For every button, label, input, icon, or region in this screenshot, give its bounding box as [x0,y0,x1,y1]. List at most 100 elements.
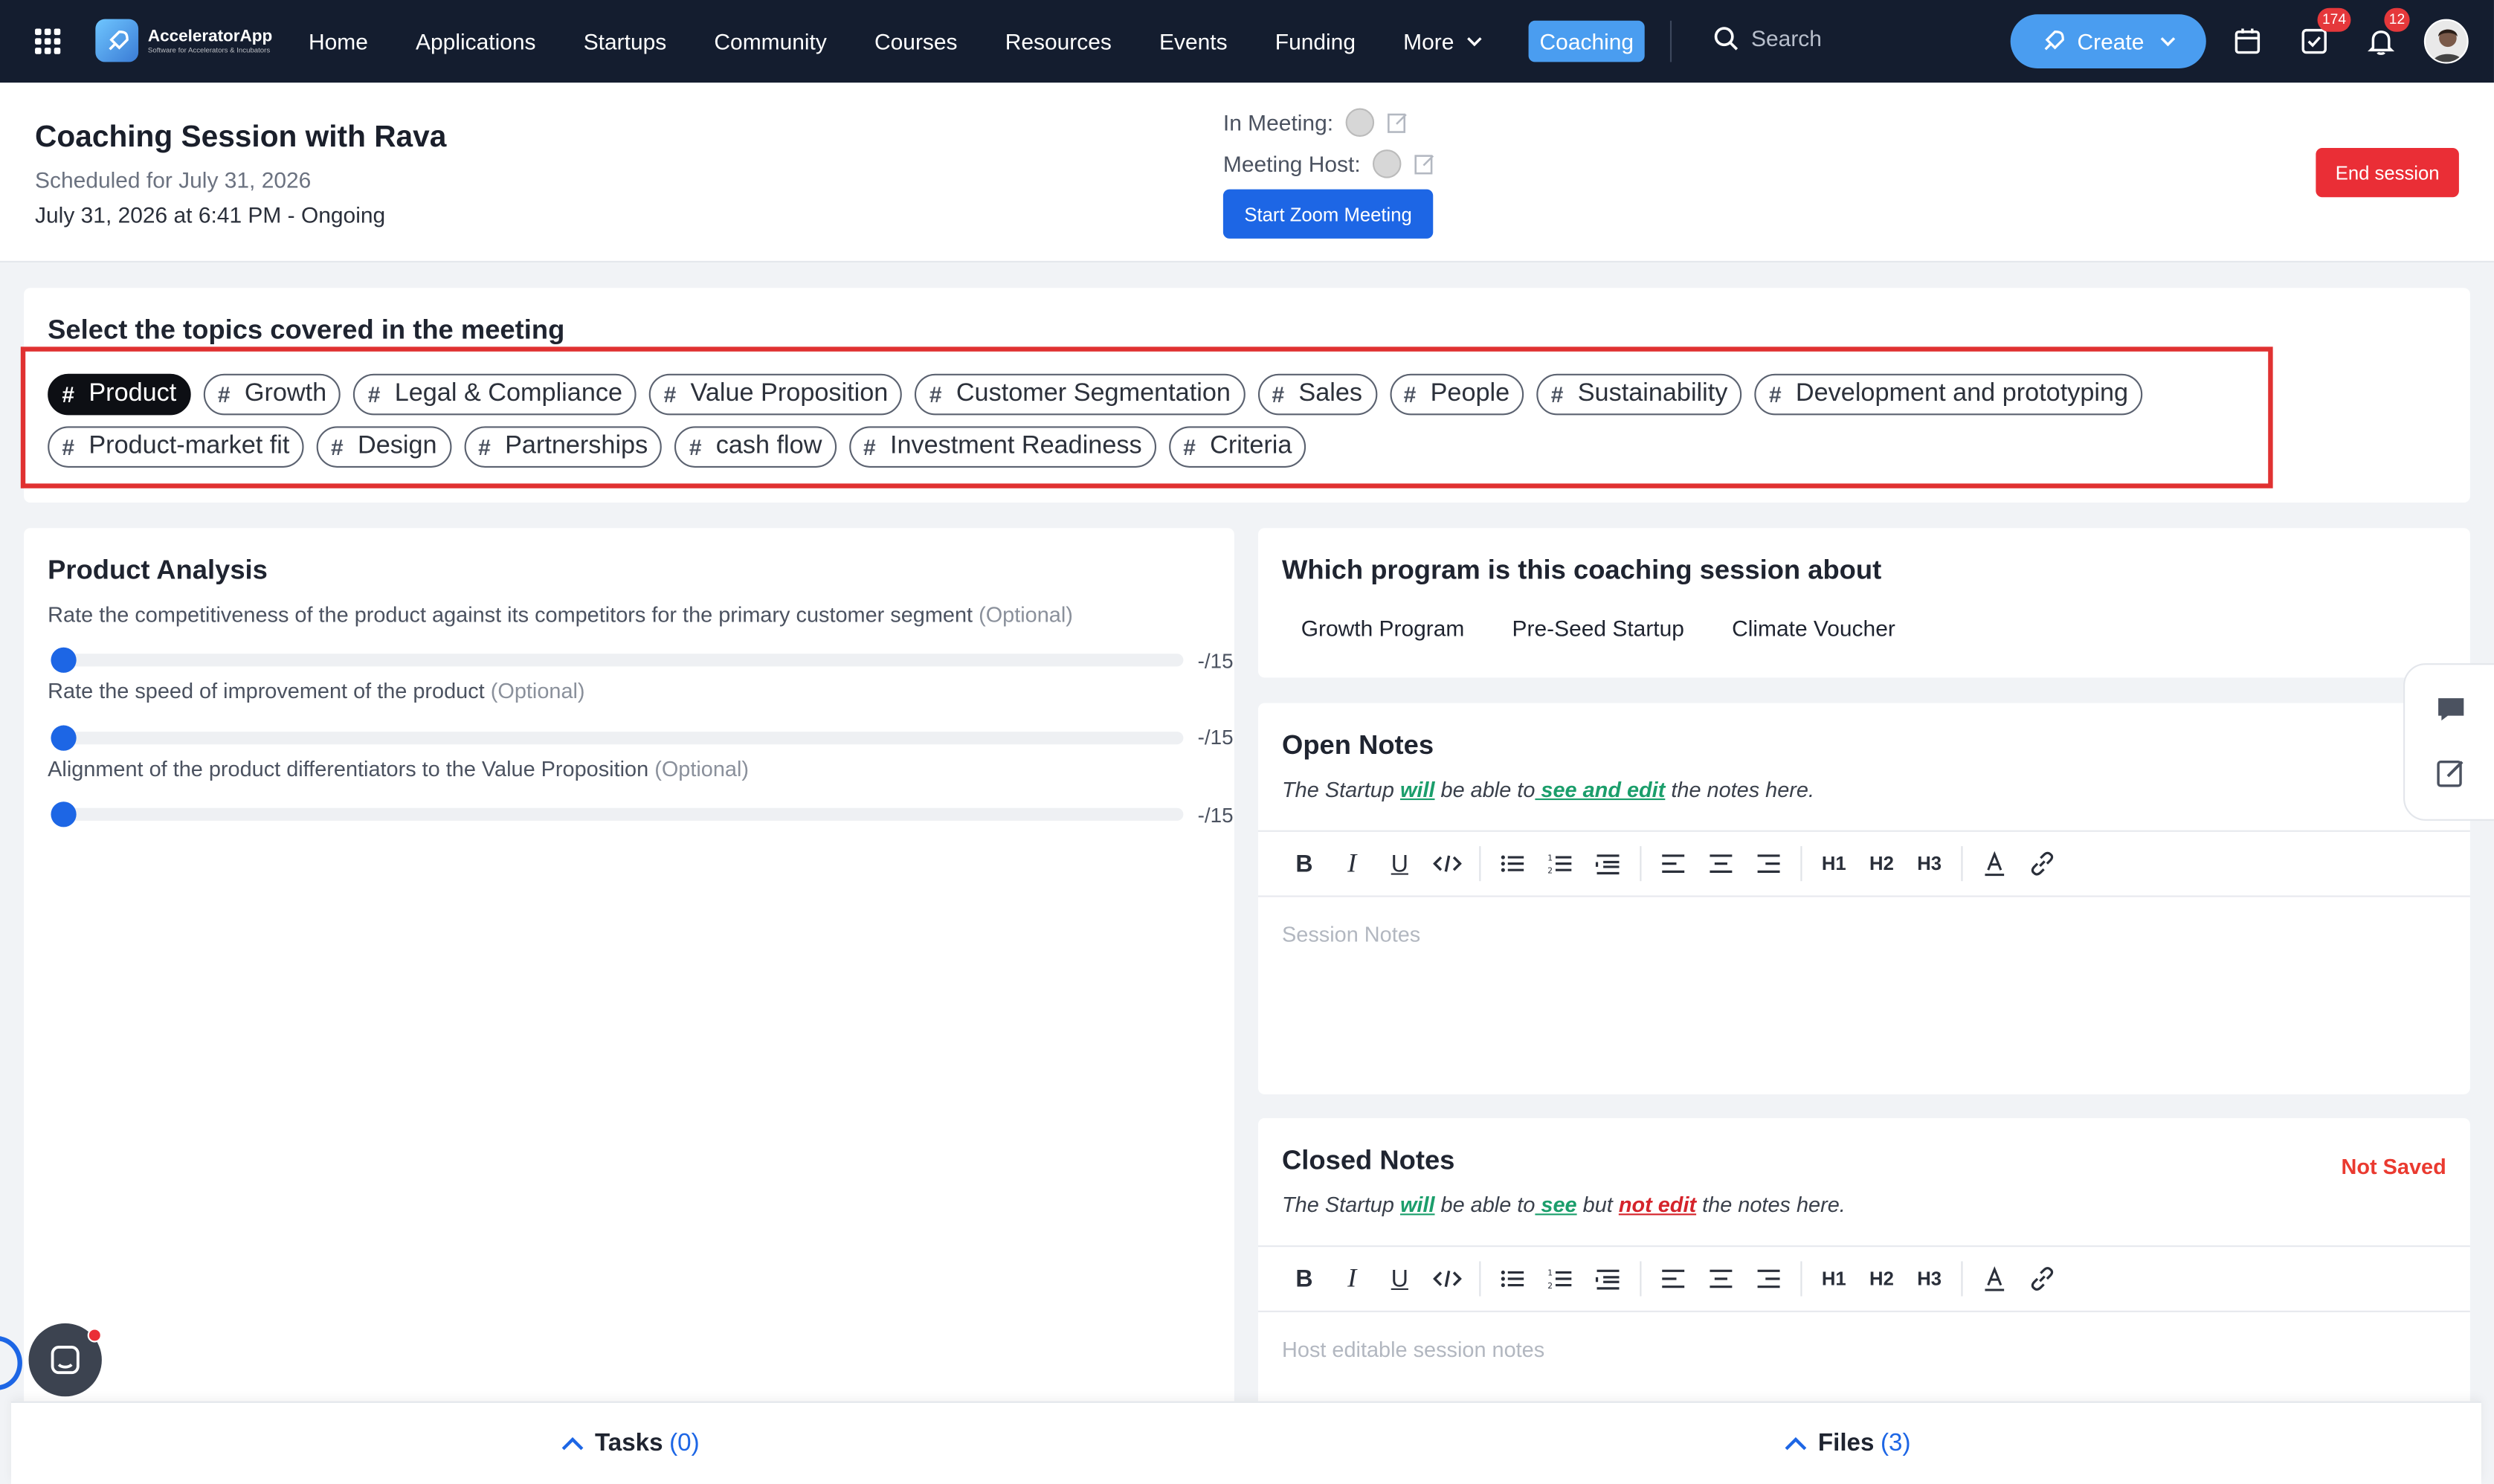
nav-applications[interactable]: Applications [416,29,535,54]
topic-chip-value-proposition[interactable]: # Value Proposition [649,373,903,416]
heading-3-button[interactable]: H3 [1906,1255,1953,1303]
tasks-drawer-toggle[interactable]: Tasks (0) [560,1430,700,1459]
edit-icon[interactable] [2435,757,2467,789]
numbered-list-icon[interactable]: 12 [1536,840,1584,888]
program-option[interactable]: Growth Program [1301,616,1465,641]
slider-handle[interactable] [51,725,77,751]
blockquote-icon[interactable] [1584,1255,1631,1303]
program-option[interactable]: Pre-Seed Startup [1512,616,1684,641]
slider-handle[interactable] [51,801,77,828]
nav-courses[interactable]: Courses [874,29,958,54]
program-options: Growth Program Pre-Seed Startup Climate … [1301,616,1943,641]
end-session-button[interactable]: End session [2316,147,2459,198]
tasks-check-icon[interactable]: 174 [2298,7,2351,57]
nav-resources[interactable]: Resources [1005,29,1112,54]
user-avatar[interactable] [2423,19,2469,64]
rating-slider[interactable] [51,725,1184,751]
underline-icon[interactable]: U [1376,840,1423,888]
link-icon[interactable] [2018,1255,2066,1303]
search-placeholder: Search [1751,25,1822,51]
italic-icon[interactable]: I [1328,1255,1376,1303]
link-icon[interactable] [2018,840,2066,888]
nav-events[interactable]: Events [1159,29,1228,54]
align-center-icon[interactable] [1697,840,1744,888]
code-icon[interactable] [1423,1255,1471,1303]
topic-chip-product-market-fit[interactable]: # Product-market fit [48,426,304,468]
rocket-logo-icon [95,19,139,62]
nav-more[interactable]: More [1403,29,1483,54]
align-right-icon[interactable] [1744,1255,1792,1303]
meeting-host-label: Meeting Host: [1222,151,1361,177]
search-input[interactable]: Search [1713,25,1822,51]
nav-startups[interactable]: Startups [584,29,667,54]
session-notes-editor[interactable]: Session Notes [1282,923,1420,946]
align-right-icon[interactable] [1744,840,1792,888]
topic-chip-design[interactable]: # Design [316,426,451,468]
align-left-icon[interactable] [1649,1255,1697,1303]
code-icon[interactable] [1423,840,1471,888]
apps-grid-icon[interactable] [35,28,61,54]
hash-icon: # [929,381,942,407]
topic-chip-cash-flow[interactable]: # cash flow [674,426,837,468]
topics-title: Select the topics covered in the meeting [48,314,565,346]
heading-2-button[interactable]: H2 [1857,840,1905,888]
heading-2-button[interactable]: H2 [1857,1255,1905,1303]
text-color-icon[interactable] [1971,1255,2018,1303]
nav-funding[interactable]: Funding [1275,29,1356,54]
hash-icon: # [62,434,75,460]
closed-notes-card: Closed Notes Not Saved The Startup will … [1257,1117,2470,1436]
nav-community[interactable]: Community [714,29,826,54]
bold-icon[interactable]: B [1280,840,1328,888]
tasks-badge: 174 [2317,7,2351,32]
topic-chip-product[interactable]: # Product [48,373,191,416]
host-notes-editor[interactable]: Host editable session notes [1282,1338,1544,1361]
numbered-list-icon[interactable]: 12 [1536,1255,1584,1303]
topic-chip-criteria[interactable]: # Criteria [1168,426,1306,468]
topic-chip-sustainability[interactable]: # Sustainability [1536,373,1742,416]
rating-slider[interactable] [51,801,1184,828]
hash-icon: # [863,434,876,460]
text-color-icon[interactable] [1971,840,2018,888]
question-label: Rate the speed of improvement of the pro… [48,679,585,703]
italic-icon[interactable]: I [1328,840,1376,888]
open-notes-card: Open Notes The Startup will be able to s… [1257,703,2470,1094]
open-notes-description: The Startup will be able to see and edit… [1282,778,1815,802]
bullet-list-icon[interactable] [1489,840,1536,888]
underline-icon[interactable]: U [1376,1255,1423,1303]
align-left-icon[interactable] [1649,840,1697,888]
nav-home[interactable]: Home [309,29,368,54]
topic-chip-investment-readiness[interactable]: # Investment Readiness [848,426,1156,468]
topic-chip-customer-segmentation[interactable]: # Customer Segmentation [915,373,1246,416]
calendar-icon[interactable] [2232,25,2263,57]
bullet-list-icon[interactable] [1489,1255,1536,1303]
heading-1-button[interactable]: H1 [1810,840,1857,888]
align-center-icon[interactable] [1697,1255,1744,1303]
comment-icon[interactable] [2435,694,2467,726]
bold-icon[interactable]: B [1280,1255,1328,1303]
brand-name: AcceleratorApp [147,26,273,45]
topic-chip-partnerships[interactable]: # Partnerships [463,426,663,468]
topic-chip-people[interactable]: # People [1389,373,1524,416]
start-zoom-button[interactable]: Start Zoom Meeting [1222,189,1434,239]
topic-chip-growth[interactable]: # Growth [203,373,341,416]
slider-handle[interactable] [51,647,77,673]
topic-chip-development[interactable]: # Development and prototyping [1754,373,2143,416]
topic-chip-sales[interactable]: # Sales [1257,373,1377,416]
brand-logo[interactable]: AcceleratorApp Software for Accelerators… [95,19,272,62]
rating-value: -/15 [1197,648,1234,673]
files-drawer-toggle[interactable]: Files (3) [1783,1430,1911,1459]
heading-1-button[interactable]: H1 [1810,1255,1857,1303]
blockquote-icon[interactable] [1584,840,1631,888]
topic-chip-legal[interactable]: # Legal & Compliance [353,373,637,416]
files-label: Files [1817,1430,1875,1457]
rocket-icon [2044,30,2064,51]
edit-icon[interactable] [1414,152,1437,175]
rating-slider[interactable] [51,647,1184,673]
bell-icon[interactable]: 12 [2365,7,2410,57]
program-option[interactable]: Climate Voucher [1732,616,1895,641]
heading-3-button[interactable]: H3 [1906,840,1953,888]
nav-coaching[interactable]: Coaching [1528,20,1646,62]
edit-icon[interactable] [1388,112,1410,134]
top-nav: AcceleratorApp Software for Accelerators… [0,0,2494,83]
create-button[interactable]: Create [2010,14,2206,68]
